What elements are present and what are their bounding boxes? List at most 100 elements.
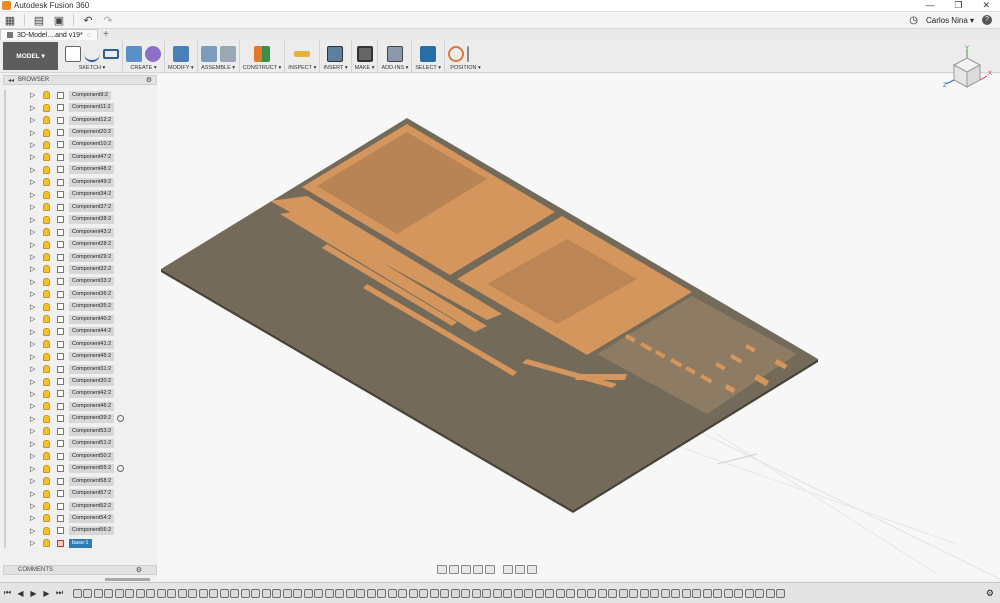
visibility-bulb-icon[interactable] bbox=[43, 253, 50, 262]
browser-row[interactable]: ▷ Component45:2 bbox=[3, 350, 157, 362]
measure-icon[interactable] bbox=[294, 51, 311, 57]
expand-arrow-icon[interactable]: ▷ bbox=[30, 353, 35, 361]
visibility-bulb-icon[interactable] bbox=[43, 389, 50, 398]
timeline-feature-icon[interactable] bbox=[618, 588, 628, 598]
canvas-viewport[interactable] bbox=[157, 74, 1000, 580]
save-icon[interactable]: ▣ bbox=[49, 13, 69, 28]
timeline-feature-icon[interactable] bbox=[387, 588, 397, 598]
timeline-feature-icon[interactable] bbox=[188, 588, 197, 598]
component-name[interactable]: Component39:2 bbox=[69, 414, 115, 424]
browser-row[interactable]: ▷ base:1 bbox=[3, 537, 157, 549]
position-menu-label[interactable]: POSITION ▾ bbox=[450, 65, 481, 71]
viewports-icon[interactable] bbox=[527, 564, 537, 574]
fit-icon[interactable] bbox=[485, 564, 495, 574]
construct-menu-label[interactable]: CONSTRUCT ▾ bbox=[243, 65, 282, 71]
timeline-feature-icon[interactable] bbox=[744, 588, 754, 598]
component-name[interactable]: Component36:2 bbox=[69, 289, 115, 299]
browser-row[interactable]: ▷ Component20:2 bbox=[3, 126, 157, 138]
timeline-feature-icon[interactable] bbox=[324, 588, 334, 598]
toolbar-group-select[interactable]: SELECT ▾ bbox=[412, 40, 445, 72]
grid-snaps-icon[interactable] bbox=[515, 564, 525, 574]
timeline-feature-icon[interactable] bbox=[72, 588, 82, 598]
workspace-switcher[interactable]: MODEL ▾ bbox=[3, 42, 58, 70]
timeline-feature-icon[interactable] bbox=[251, 588, 260, 598]
visibility-bulb-icon[interactable] bbox=[43, 526, 50, 535]
browser-row[interactable]: ▷ Component44:2 bbox=[3, 326, 157, 338]
timeline-feature-icon[interactable] bbox=[723, 588, 733, 598]
expand-arrow-icon[interactable]: ▷ bbox=[30, 166, 35, 174]
sphere-icon[interactable] bbox=[145, 46, 161, 62]
browser-row[interactable]: ▷ Component35:2 bbox=[3, 301, 157, 313]
maximize-button[interactable]: ❐ bbox=[954, 0, 962, 11]
browser-row[interactable]: ▷ Component53:2 bbox=[3, 425, 157, 437]
browser-row[interactable]: ▷ Component12:2 bbox=[3, 114, 157, 126]
timeline-feature-icon[interactable] bbox=[282, 588, 292, 598]
timeline-feature-icon[interactable] bbox=[125, 588, 134, 598]
timeline-feature-icon[interactable] bbox=[167, 588, 176, 598]
new-tab-button[interactable]: + bbox=[98, 29, 114, 40]
timeline-feature-icon[interactable] bbox=[314, 588, 323, 598]
model-canvas[interactable] bbox=[157, 74, 1000, 580]
browser-row[interactable]: ▷ Component32:2 bbox=[3, 263, 157, 275]
expand-arrow-icon[interactable]: ▷ bbox=[30, 452, 35, 460]
expand-arrow-icon[interactable]: ▷ bbox=[30, 191, 35, 199]
expand-arrow-icon[interactable]: ▷ bbox=[30, 303, 35, 311]
visibility-bulb-icon[interactable] bbox=[43, 103, 50, 112]
gear-icon[interactable]: ⚙ bbox=[986, 588, 994, 599]
expand-arrow-icon[interactable]: ▷ bbox=[30, 315, 35, 323]
visibility-bulb-icon[interactable] bbox=[43, 489, 50, 498]
rectangle-icon[interactable] bbox=[103, 49, 119, 59]
component-name[interactable]: Component58:2 bbox=[69, 476, 115, 486]
visibility-bulb-icon[interactable] bbox=[43, 452, 50, 461]
component-name[interactable]: Component43:2 bbox=[69, 227, 115, 237]
expand-arrow-icon[interactable]: ▷ bbox=[30, 153, 35, 161]
expand-arrow-icon[interactable]: ▷ bbox=[30, 365, 35, 373]
timeline-feature-icon[interactable] bbox=[639, 588, 649, 598]
component-name[interactable]: Component56:2 bbox=[69, 526, 115, 536]
timeline-feature-icon[interactable] bbox=[83, 588, 92, 598]
timeline-feature-icon[interactable] bbox=[765, 588, 775, 598]
browser-row[interactable]: ▷ Component33:2 bbox=[3, 276, 157, 288]
user-account-menu[interactable]: Carlos Nina ▾ bbox=[926, 16, 974, 25]
expand-arrow-icon[interactable]: ▷ bbox=[30, 378, 35, 386]
timeline-feature-icon[interactable] bbox=[429, 588, 439, 598]
gear-icon[interactable]: ⚙ bbox=[136, 566, 142, 574]
expand-arrow-icon[interactable]: ▷ bbox=[30, 104, 35, 112]
component-name[interactable]: Component57:2 bbox=[69, 489, 115, 499]
component-name[interactable]: Component9:2 bbox=[69, 90, 112, 100]
visibility-bulb-icon[interactable] bbox=[43, 228, 50, 237]
expand-arrow-icon[interactable]: ▷ bbox=[30, 141, 35, 149]
browser-row[interactable]: ▷ Component29:2 bbox=[3, 251, 157, 263]
view-cube[interactable]: Z X Y bbox=[940, 45, 995, 93]
browser-row[interactable]: ▷ Component51:2 bbox=[3, 438, 157, 450]
step-back-icon[interactable]: ◀ bbox=[15, 588, 26, 599]
browser-row[interactable]: ▷ Component54:2 bbox=[3, 512, 157, 524]
browser-row[interactable]: ▷ Component52:2 bbox=[3, 500, 157, 512]
visibility-bulb-icon[interactable] bbox=[43, 277, 50, 286]
timeline-feature-icon[interactable] bbox=[534, 588, 544, 598]
browser-row[interactable]: ▷ Component37:2 bbox=[3, 201, 157, 213]
component-name[interactable]: Component31:2 bbox=[69, 364, 115, 374]
activate-radio-icon[interactable] bbox=[117, 465, 124, 473]
browser-scrollbar[interactable] bbox=[4, 90, 6, 548]
visibility-bulb-icon[interactable] bbox=[43, 439, 50, 448]
browser-row[interactable]: ▷ Component43:2 bbox=[3, 226, 157, 238]
visibility-bulb-icon[interactable] bbox=[43, 539, 50, 548]
browser-row[interactable]: ▷ Component46:2 bbox=[3, 400, 157, 412]
visibility-bulb-icon[interactable] bbox=[43, 502, 50, 511]
expand-arrow-icon[interactable]: ▷ bbox=[30, 253, 35, 261]
job-status-clock-icon[interactable]: ◷ bbox=[909, 15, 918, 26]
browser-row[interactable]: ▷ Component9:2 bbox=[3, 89, 157, 101]
component-name[interactable]: Component10:2 bbox=[69, 140, 115, 150]
timeline-feature-icon[interactable] bbox=[198, 588, 208, 598]
timeline-feature-icon[interactable] bbox=[146, 588, 155, 598]
visibility-bulb-icon[interactable] bbox=[43, 402, 50, 411]
component-name[interactable]: Component29:2 bbox=[69, 252, 115, 262]
select-cursor-icon[interactable] bbox=[420, 46, 437, 62]
extrude-icon[interactable] bbox=[126, 46, 142, 62]
browser-row[interactable]: ▷ Component28:2 bbox=[3, 238, 157, 250]
visibility-bulb-icon[interactable] bbox=[43, 302, 50, 311]
browser-row[interactable]: ▷ Component39:2 bbox=[3, 413, 157, 425]
component-name[interactable]: Component37:2 bbox=[69, 202, 115, 212]
expand-arrow-icon[interactable]: ▷ bbox=[30, 203, 35, 211]
